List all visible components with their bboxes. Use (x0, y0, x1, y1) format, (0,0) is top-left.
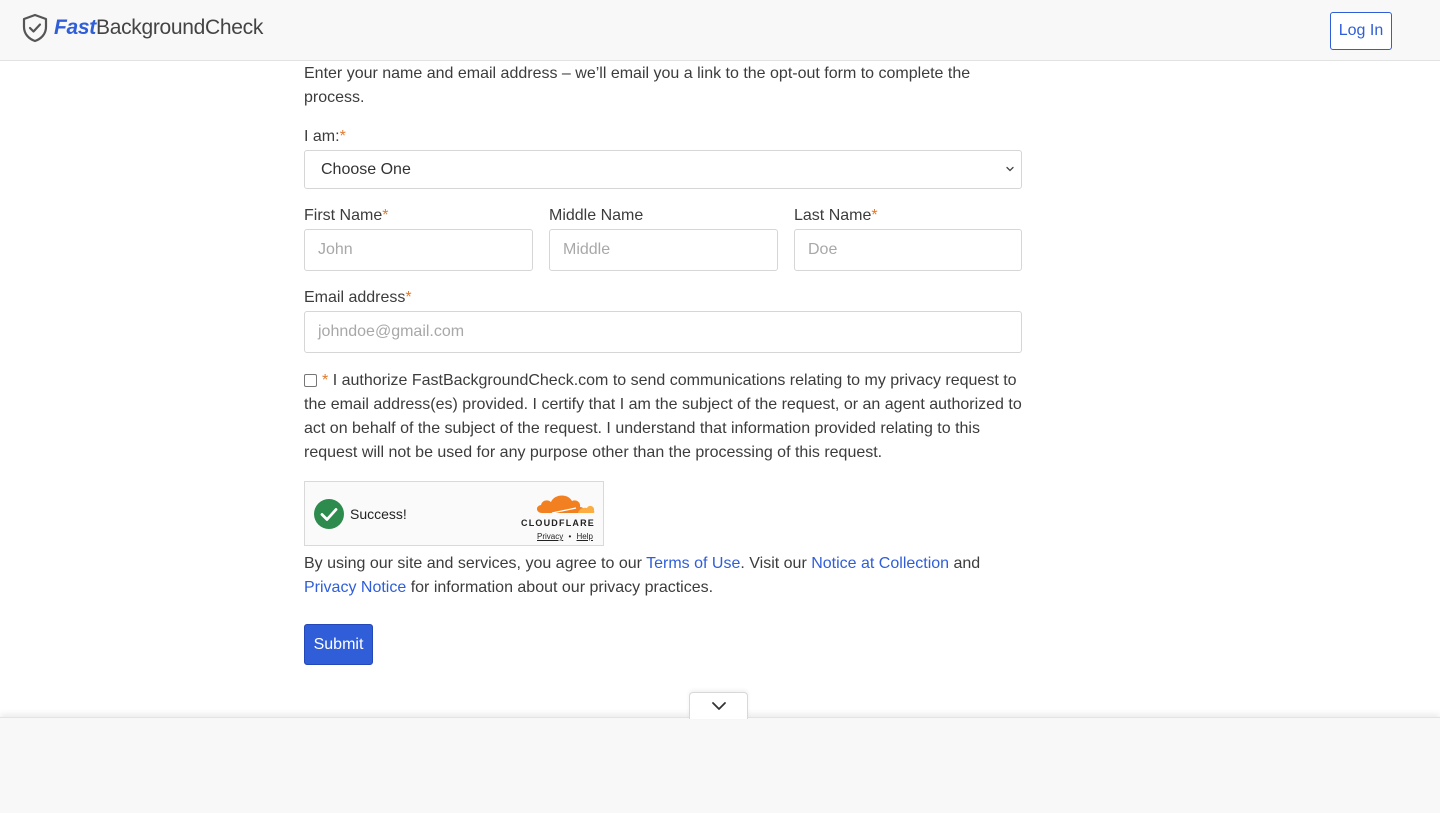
cloudflare-link-separator: • (568, 532, 572, 541)
site-logo[interactable]: FastBackgroundCheck (19, 12, 263, 44)
login-button[interactable]: Log In (1330, 12, 1392, 50)
intro-text: Enter your name and email address – we’l… (304, 65, 971, 106)
iam-label-text: I am: (304, 128, 340, 145)
first-name-input[interactable]: John (304, 229, 533, 271)
consent-text-body: I authorize FastBackgroundCheck.com to s… (304, 372, 1022, 461)
chevron-down-icon (1006, 166, 1014, 172)
logo-text-rest: BackgroundCheck (95, 16, 264, 39)
submit-button[interactable]: Submit (304, 624, 373, 665)
bottom-panel (0, 717, 1440, 813)
middle-name-label: Middle Name (549, 207, 643, 225)
required-asterisk: * (339, 128, 346, 145)
shield-check-icon (22, 13, 48, 43)
terms-text-part4: for information about our privacy practi… (406, 579, 714, 596)
cloudflare-cloud-icon (536, 495, 595, 514)
last-name-placeholder: Doe (808, 241, 838, 258)
middle-name-label-text: Middle Name (549, 207, 644, 224)
cloudflare-brand-text: CLOUDFLARE (521, 518, 595, 528)
privacy-notice-link[interactable]: Privacy Notice (304, 579, 406, 596)
last-name-label: Last Name* (794, 207, 878, 225)
last-name-input[interactable]: Doe (794, 229, 1022, 271)
terms-text-part1: By using our site and services, you agre… (304, 555, 647, 572)
site-header: FastBackgroundCheck Log In (0, 0, 1440, 61)
first-name-label-text: First Name (304, 207, 383, 224)
email-input[interactable]: johndoe@gmail.com (304, 311, 1022, 353)
email-label: Email address* (304, 289, 412, 307)
iam-select-value: Choose One (321, 160, 411, 178)
first-name-label: First Name* (304, 207, 388, 225)
logo-text: FastBackgroundCheck (54, 16, 263, 40)
middle-name-input[interactable]: Middle (549, 229, 778, 271)
terms-of-use-link[interactable]: Terms of Use (646, 555, 740, 572)
logo-text-fast: Fast (54, 16, 96, 39)
email-label-text: Email address (304, 289, 406, 306)
middle-name-placeholder: Middle (563, 241, 611, 258)
panel-toggle-button[interactable] (689, 692, 748, 719)
chevron-down-icon (711, 702, 726, 710)
cloudflare-help-link[interactable]: Help (577, 532, 593, 541)
required-asterisk: * (322, 372, 329, 389)
first-name-placeholder: John (318, 241, 353, 258)
consent-text: * I authorize FastBackgroundCheck.com to… (304, 369, 1024, 465)
cloudflare-turnstile-widget: Success! CLOUDFLARE Privacy • Help (304, 481, 604, 546)
notice-at-collection-link[interactable]: Notice at Collection (811, 555, 949, 572)
iam-select[interactable]: Choose One (304, 150, 1022, 189)
iam-label: I am:* (304, 128, 346, 146)
cloudflare-privacy-link[interactable]: Privacy (537, 532, 563, 541)
terms-text: By using our site and services, you agre… (304, 552, 1024, 600)
email-placeholder: johndoe@gmail.com (318, 323, 465, 340)
terms-text-part2: . Visit our (740, 555, 812, 572)
required-asterisk: * (382, 207, 389, 224)
captcha-status: Success! (350, 506, 407, 522)
required-asterisk: * (871, 207, 878, 224)
cloudflare-links: Privacy • Help (537, 532, 593, 541)
terms-text-part3: and (949, 555, 981, 572)
required-asterisk: * (405, 289, 412, 306)
success-check-icon (314, 499, 344, 529)
last-name-label-text: Last Name (794, 207, 872, 224)
